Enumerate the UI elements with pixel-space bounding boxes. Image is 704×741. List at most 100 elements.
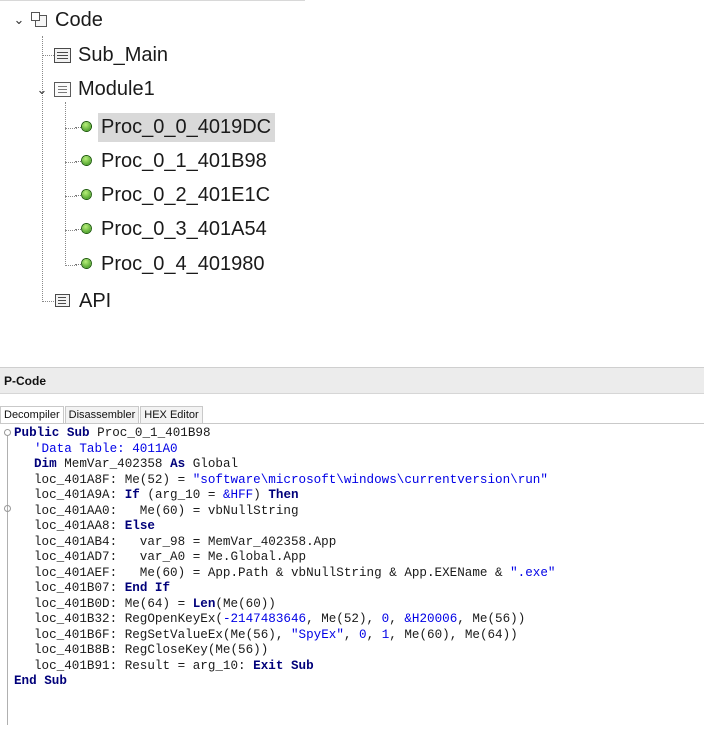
chevron-down-icon[interactable]: ⌄ — [35, 82, 49, 97]
code-token: loc_401AEF: Me(60) = App.Path & vbNullSt… — [34, 565, 511, 580]
code-line: Dim MemVar_402358 As Global — [34, 457, 238, 472]
code-line: loc_401A9A: If (arg_10 = &HFF) Then — [34, 488, 299, 503]
code-token: loc_401A8F: Me(52) = — [34, 472, 193, 487]
code-token: loc_401AD7: var_A0 = Me.Global.App — [34, 550, 307, 564]
code-token: Exit Sub — [253, 658, 314, 673]
tree-node-label: Proc_0_3_401A54 — [101, 217, 267, 240]
code-token: "software\microsoft\windows\currentversi… — [192, 472, 548, 487]
panel-title: P-Code — [4, 374, 46, 388]
tree-node-label: Proc_0_4_401980 — [101, 252, 265, 275]
tree-node-procedure[interactable]: Proc_0_2_401E1C — [73, 178, 274, 212]
api-icon — [54, 293, 72, 309]
fold-guide — [7, 436, 8, 725]
procedure-icon — [73, 221, 95, 237]
code-line: loc_401A8F: Me(52) = "software\microsoft… — [34, 473, 548, 488]
tree-node-procedure[interactable]: Proc_0_1_401B98 — [73, 144, 271, 178]
code-token: 'Data Table: 4011A0 — [34, 441, 178, 456]
divider — [0, 423, 704, 424]
code-editor[interactable]: Public Sub Proc_0_1_401B98 'Data Table: 4… — [0, 425, 704, 735]
code-token: , — [389, 612, 405, 626]
project-tree: ⌄ Code Sub_Main ⌄ Module1 Proc_0_0_4019D… — [0, 0, 704, 330]
code-token: , Me(60), Me(64)) — [389, 627, 518, 642]
code-token: If — [124, 488, 140, 502]
code-token: Else — [124, 519, 155, 533]
code-line: loc_401B07: End If — [34, 581, 170, 596]
tree-node-sub-main[interactable]: Sub_Main — [54, 38, 172, 72]
code-token: 0 — [359, 627, 367, 642]
procedure-icon — [73, 153, 95, 169]
code-line: loc_401AEF: Me(60) = App.Path & vbNullSt… — [34, 566, 555, 581]
code-token: (arg_10 = — [139, 488, 223, 502]
code-token: Public Sub — [14, 426, 90, 440]
code-token: loc_401AB4: var_98 = MemVar_402358.App — [34, 534, 337, 549]
tab-disassembler[interactable]: Disassembler — [64, 406, 140, 424]
code-line: loc_401B6F: RegSetValueEx(Me(56), "SpyEx… — [34, 628, 518, 643]
tab-decompiler[interactable]: Decompiler — [0, 406, 64, 424]
code-line: Public Sub Proc_0_1_401B98 — [14, 426, 211, 441]
tree-node-label: Module1 — [78, 77, 155, 100]
code-token: loc_401B6F: RegSetValueEx(Me(56), — [34, 627, 291, 642]
code-token: , — [366, 627, 382, 642]
code-token: End Sub — [14, 674, 67, 688]
tree-node-label: Sub_Main — [78, 43, 169, 66]
tree-connector — [65, 102, 66, 266]
code-line: loc_401B8B: RegCloseKey(Me(56)) — [34, 643, 268, 658]
code-token: &H20006 — [404, 612, 458, 626]
panel-header: P-Code — [0, 367, 704, 394]
code-token: &HFF — [222, 488, 254, 502]
form-icon — [54, 47, 71, 63]
code-line: loc_401AA0: Me(60) = vbNullString — [34, 504, 299, 519]
divider — [0, 0, 305, 1]
module-icon — [54, 81, 71, 97]
code-token: "SpyEx" — [290, 627, 344, 642]
procedure-icon — [73, 256, 95, 272]
code-token: loc_401AA0: Me(60) = vbNullString — [34, 503, 299, 518]
code-token: Proc_0_1_401B98 — [89, 426, 211, 440]
code-token: loc_401B32: RegOpenKeyEx( — [34, 612, 223, 626]
code-token: loc_401B0D: Me(64) = — [34, 596, 193, 611]
code-token: As — [170, 457, 186, 471]
code-token: loc_401B07: — [34, 581, 125, 595]
tree-node-procedure[interactable]: Proc_0_4_401980 — [73, 247, 268, 281]
chevron-down-icon[interactable]: ⌄ — [12, 12, 26, 27]
tree-node-api[interactable]: API — [54, 284, 115, 318]
tree-node-label: Code — [55, 8, 103, 31]
code-token: Then — [268, 488, 299, 502]
fold-toggle-icon[interactable] — [4, 505, 11, 512]
code-token: End If — [124, 581, 171, 595]
tree-connector — [42, 55, 54, 56]
code-line: loc_401B0D: Me(64) = Len(Me(60)) — [34, 597, 276, 612]
project-icon — [30, 11, 48, 29]
code-token: Global — [185, 457, 239, 471]
code-token: loc_401B8B: RegCloseKey(Me(56)) — [34, 643, 269, 657]
code-token: (Me(60)) — [215, 596, 276, 611]
tree-connector — [42, 301, 54, 302]
code-line: loc_401B32: RegOpenKeyEx(-2147483646, Me… — [34, 612, 525, 627]
tree-connector — [42, 36, 43, 302]
tree-node-label: Proc_0_2_401E1C — [101, 183, 271, 206]
code-token: , — [343, 627, 359, 642]
tree-node-label: Proc_0_0_4019DC — [98, 112, 276, 142]
tree-node-module1[interactable]: Module1 — [54, 72, 159, 106]
tree-node-label: Proc_0_1_401B98 — [101, 149, 267, 172]
code-token: ) — [253, 488, 269, 502]
code-token: Dim — [34, 457, 57, 471]
code-token: loc_401A9A: — [34, 488, 125, 502]
code-token: , Me(56)) — [457, 612, 526, 626]
procedure-icon — [73, 187, 95, 203]
tab-hex-editor[interactable]: HEX Editor — [140, 406, 203, 424]
tree-node-procedure[interactable]: Proc_0_0_4019DC — [73, 110, 276, 144]
code-line: loc_401AD7: var_A0 = Me.Global.App — [34, 550, 306, 565]
code-line: End Sub — [14, 674, 67, 689]
code-token: MemVar_402358 — [56, 457, 171, 471]
tree-node-label: API — [79, 289, 112, 312]
code-token: ".exe" — [510, 565, 556, 580]
code-token: , Me(52), — [306, 612, 382, 626]
tree-node-code[interactable]: Code — [30, 3, 107, 37]
tree-node-procedure[interactable]: Proc_0_3_401A54 — [73, 212, 271, 246]
tab-bar: Decompiler Disassembler HEX Editor — [0, 406, 204, 424]
code-line: 'Data Table: 4011A0 — [34, 442, 178, 457]
fold-toggle-icon[interactable] — [4, 429, 11, 436]
code-token: loc_401B91: Result = arg_10: — [34, 658, 254, 673]
code-token: loc_401AA8: — [34, 519, 125, 533]
